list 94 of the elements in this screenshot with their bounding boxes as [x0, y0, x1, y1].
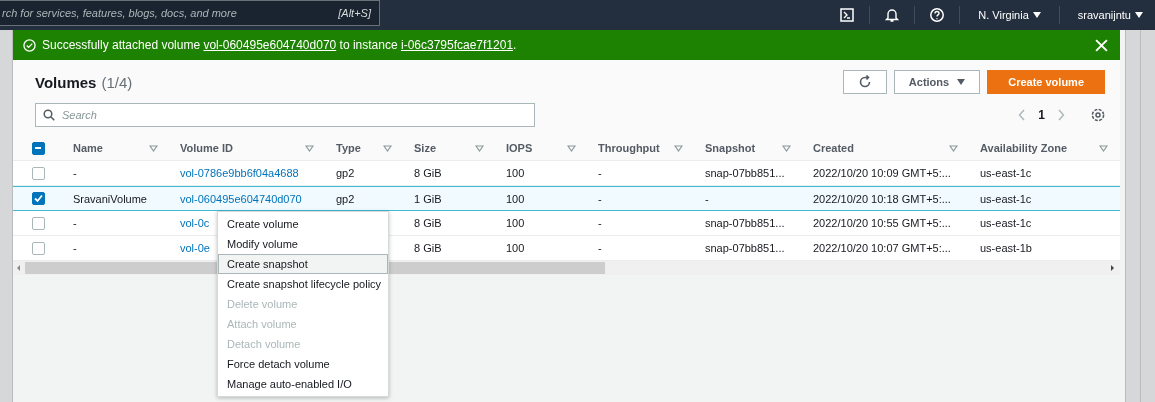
caret-icon — [957, 79, 966, 85]
table-cell-text: - — [597, 167, 602, 179]
checkbox[interactable] — [31, 166, 45, 180]
caret-icon — [1032, 12, 1041, 18]
volume-id-link[interactable]: vol-060495e604740d070 — [170, 192, 302, 205]
column-header: Type — [336, 142, 361, 154]
page-number[interactable]: 1 — [1038, 108, 1045, 122]
help-icon[interactable] — [929, 7, 946, 23]
volume-link[interactable]: vol-060495e604740d070 — [203, 38, 337, 52]
caret-icon — [1135, 12, 1143, 18]
volume-id-link[interactable]: vol-0786e9bb6f04a4688 — [170, 167, 299, 179]
volume-id-link[interactable]: vol-0c — [170, 217, 210, 229]
search-icon — [43, 109, 55, 121]
table-cell-text: 100 — [505, 217, 525, 229]
sort-icon[interactable] — [1099, 144, 1108, 152]
table-cell-text: 2022/10/20 10:09 GMT+5:... — [812, 167, 951, 179]
checkbox[interactable] — [31, 192, 45, 205]
refresh-button[interactable] — [842, 70, 887, 94]
table-cell-text: 2022/10/20 10:55 GMT+5:... — [812, 217, 951, 229]
panel-title: Volumes — [35, 73, 97, 91]
column-header: Name — [73, 142, 103, 154]
sort-icon[interactable] — [149, 144, 158, 152]
actions-button[interactable]: Actions — [893, 70, 981, 94]
shortcut-hint: [Alt+S] — [338, 7, 371, 19]
table-cell-text: snap-07bb851... — [704, 217, 785, 229]
vertical-scrollbar[interactable] — [1125, 30, 1140, 402]
column-header: Throughput — [598, 142, 660, 154]
column-header: Snapshot — [705, 142, 756, 154]
sort-icon[interactable] — [782, 144, 791, 152]
table-cell-text: 8 GiB — [413, 242, 442, 254]
sort-icon[interactable] — [674, 144, 683, 152]
table-cell-text: gp2 — [335, 192, 355, 205]
table-cell-text: us-east-1c — [979, 217, 1032, 229]
table-cell-text: us-east-1b — [979, 242, 1032, 254]
minus-icon — [34, 144, 42, 152]
column-header: Created — [813, 142, 854, 154]
search-field[interactable]: Search — [35, 103, 535, 127]
table-cell-text: us-east-1c — [979, 167, 1032, 179]
checkbox[interactable] — [31, 216, 45, 230]
table-cell-text: SravaniVolume — [72, 192, 147, 205]
sort-icon[interactable] — [475, 144, 484, 152]
sort-icon[interactable] — [383, 144, 392, 152]
previous-page-icon[interactable] — [1018, 109, 1027, 121]
search-field[interactable]: rch for services, features, blogs, docs, and more [Alt+S] — [0, 0, 380, 26]
vertical-scrollbar[interactable] — [1140, 30, 1155, 402]
region-menu[interactable]: N. Virginia — [974, 9, 1045, 21]
table-cell-text: 100 — [505, 192, 525, 205]
column-header: Volume ID — [180, 142, 233, 154]
next-page-icon[interactable] — [1057, 109, 1065, 121]
bell-icon[interactable] — [884, 7, 901, 23]
menu-item[interactable]: Create volume — [218, 214, 388, 234]
table-cell-text: - — [72, 242, 77, 254]
menu-item[interactable]: Modify volume — [218, 234, 388, 254]
checkbox[interactable] — [31, 141, 45, 155]
checkbox[interactable] — [31, 241, 45, 255]
table-cell-text: - — [72, 167, 77, 179]
table-row[interactable]: SravaniVolume vol-060495e604740d070 gp2 1 GiB 100 - - 2022/10/20 10:18 GMT+5:... us-east-1c — [13, 186, 1120, 211]
settings-icon[interactable] — [1091, 108, 1105, 122]
check-icon — [33, 194, 43, 203]
table-cell-text: 1 GiB — [413, 192, 442, 205]
column-header: IOPS — [506, 142, 533, 154]
volume-id-link[interactable]: vol-0e — [170, 242, 210, 254]
close-button[interactable] — [1095, 38, 1108, 52]
search-placeholder: rch for services, features, blogs, docs, and more — [2, 7, 237, 19]
table-cell-text: - — [597, 192, 602, 205]
table-cell-text: - — [72, 217, 77, 229]
table-cell-text: us-east-1c — [979, 192, 1032, 205]
table-cell-text: 8 GiB — [413, 217, 442, 229]
table-cell-text: - — [704, 192, 709, 205]
menu-item[interactable]: Force detach volume — [218, 354, 388, 374]
table-cell-text: snap-07bb851... — [704, 242, 785, 254]
sort-icon[interactable] — [567, 144, 576, 152]
table-cell-text: 8 GiB — [413, 167, 442, 179]
sort-icon[interactable] — [305, 144, 314, 152]
table-cell-text: snap-07bb851... — [704, 167, 785, 179]
refresh-icon — [857, 75, 872, 89]
table-cell-text: 100 — [505, 167, 525, 179]
menu-item[interactable]: Create snapshot lifecycle policy — [218, 274, 388, 294]
table-cell-text: - — [597, 242, 602, 254]
check-circle-icon — [23, 38, 36, 52]
table-cell-text: - — [597, 217, 602, 229]
table-cell-text: gp2 — [335, 167, 355, 179]
terminal-icon[interactable] — [839, 7, 856, 23]
sort-icon[interactable] — [949, 144, 958, 152]
menu-item[interactable]: Create snapshot — [218, 254, 388, 274]
user-menu[interactable]: sravanijntu — [1073, 9, 1147, 21]
selection-count: (1/4) — [101, 73, 133, 91]
table-cell-text: 100 — [505, 242, 525, 254]
table-cell-text: 2022/10/20 10:18 GMT+5:... — [812, 192, 951, 205]
column-header: Availability Zone — [980, 142, 1067, 154]
success-message: Successfully attached volume vol-060495e604740d070 to instance i-06c3795fcae7f1201. — [42, 38, 517, 52]
column-header: Size — [414, 142, 436, 154]
table-cell-text: 2022/10/20 10:07 GMT+5:... — [812, 242, 951, 254]
menu-item[interactable]: Manage auto-enabled I/O — [218, 374, 388, 394]
